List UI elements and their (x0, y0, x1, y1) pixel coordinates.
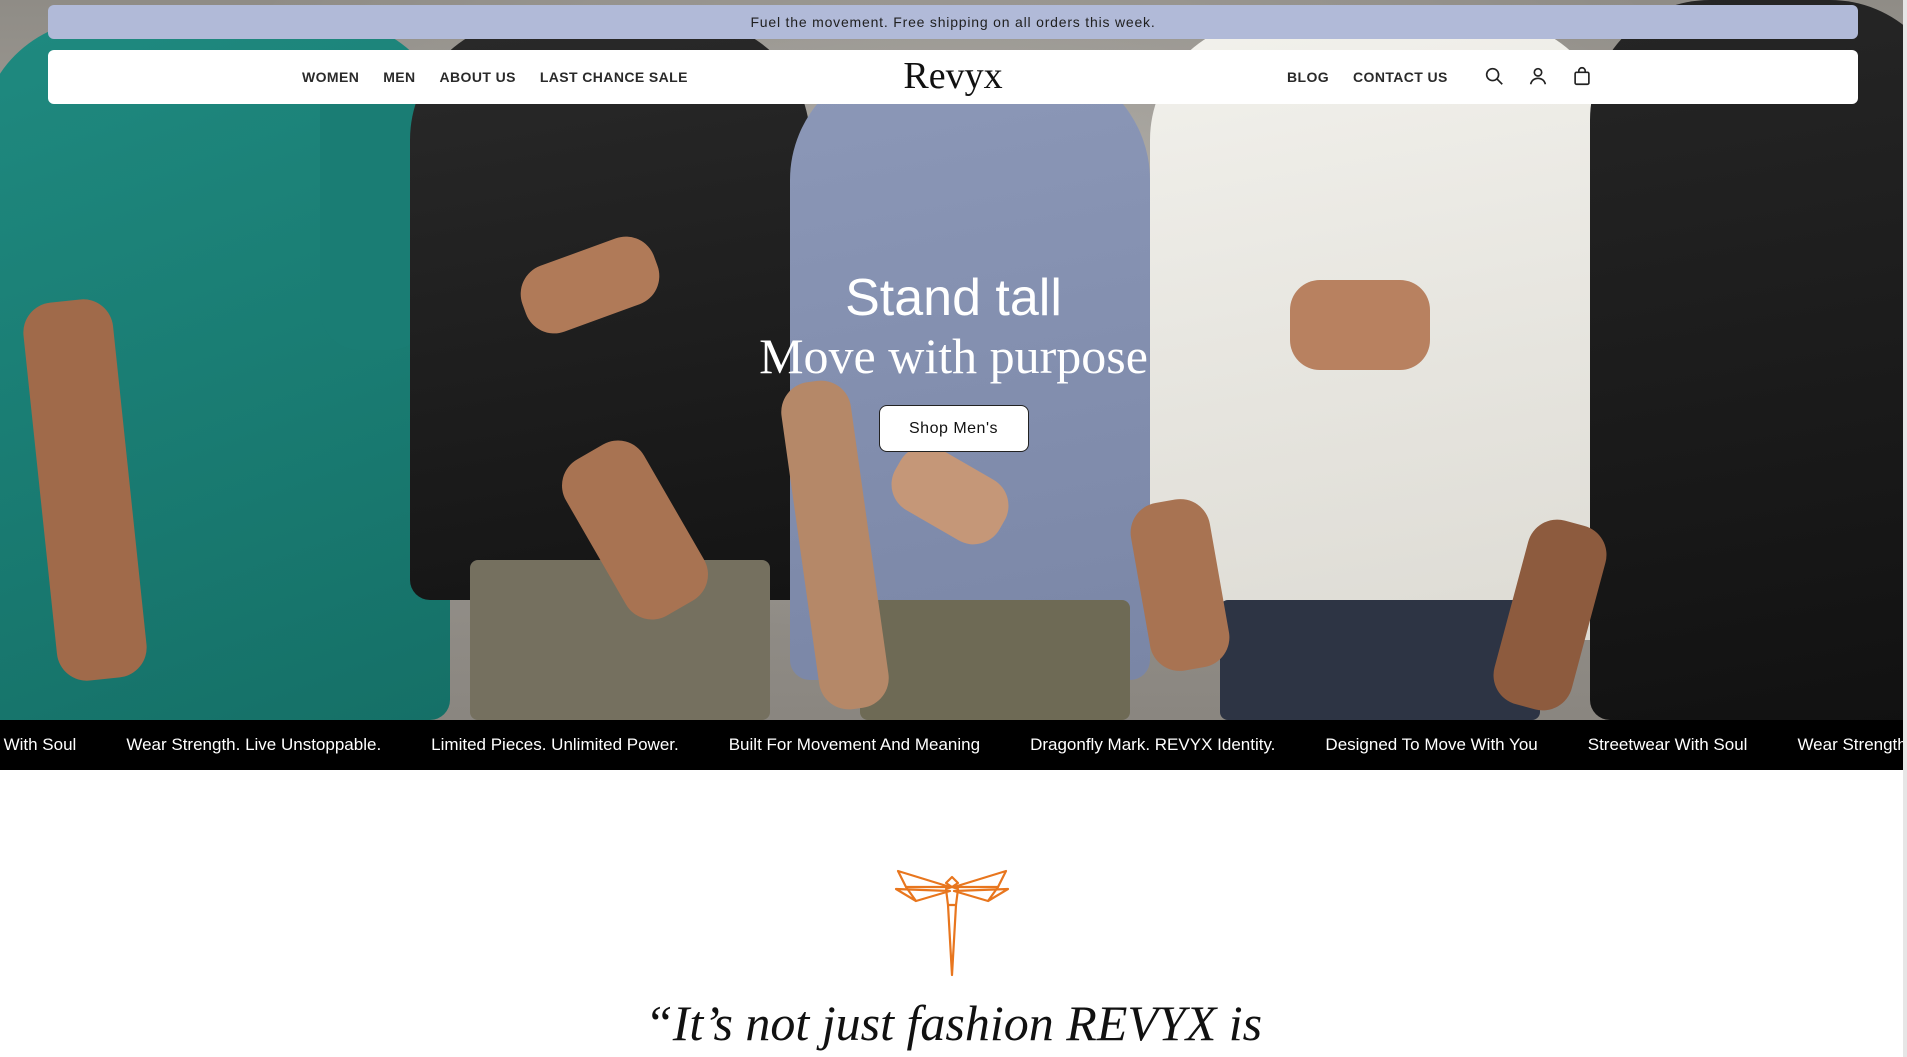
hero-model-pants (1220, 600, 1540, 720)
header-icons (1482, 64, 1594, 88)
marquee-item: Designed To Move With You (1325, 735, 1538, 754)
marquee-item: Dragonfly Mark. REVYX Identity. (1030, 735, 1276, 754)
hero-subtitle: Move with purpose (759, 328, 1148, 384)
brand-section: “It’s not just fashion REVYX is (0, 770, 1907, 1057)
hero-content: Stand tall Move with purpose Shop Men's (0, 268, 1907, 452)
search-icon[interactable] (1482, 64, 1506, 88)
nav-item-contact-us[interactable]: CONTACT US (1353, 69, 1448, 85)
brand-quote: “It’s not just fashion REVYX is (644, 995, 1263, 1051)
site-header: WOMEN MEN ABOUT US LAST CHANCE SALE Revy… (48, 50, 1858, 104)
marquee-item: Built For Movement And Meaning (728, 735, 981, 754)
cart-icon[interactable] (1570, 64, 1594, 88)
marquee-item: Wear Strength. Live Un (1797, 735, 1907, 754)
hero-banner: Stand tall Move with purpose Shop Men's (0, 0, 1907, 720)
hero-model-pants (860, 600, 1130, 720)
marquee-item: Limited Pieces. Unlimited Power. (431, 735, 679, 754)
shop-mens-button[interactable]: Shop Men's (878, 405, 1029, 452)
marquee-track: wear With Soul Wear Strength. Live Unsto… (0, 720, 1907, 770)
announcement-bar: Fuel the movement. Free shipping on all … (48, 5, 1858, 39)
nav-right: BLOG CONTACT US (1287, 50, 1472, 104)
hero-title: Stand tall (845, 269, 1062, 327)
page-scrollbar[interactable] (1903, 0, 1907, 1057)
marquee-banner: wear With Soul Wear Strength. Live Unsto… (0, 720, 1907, 770)
account-icon[interactable] (1526, 64, 1550, 88)
marquee-item: Streetwear With Soul (1587, 735, 1748, 754)
marquee-item: wear With Soul (0, 735, 77, 754)
dragonfly-icon (894, 869, 1010, 977)
nav-item-blog[interactable]: BLOG (1287, 69, 1329, 85)
marquee-item: Wear Strength. Live Unstoppable. (126, 735, 382, 754)
